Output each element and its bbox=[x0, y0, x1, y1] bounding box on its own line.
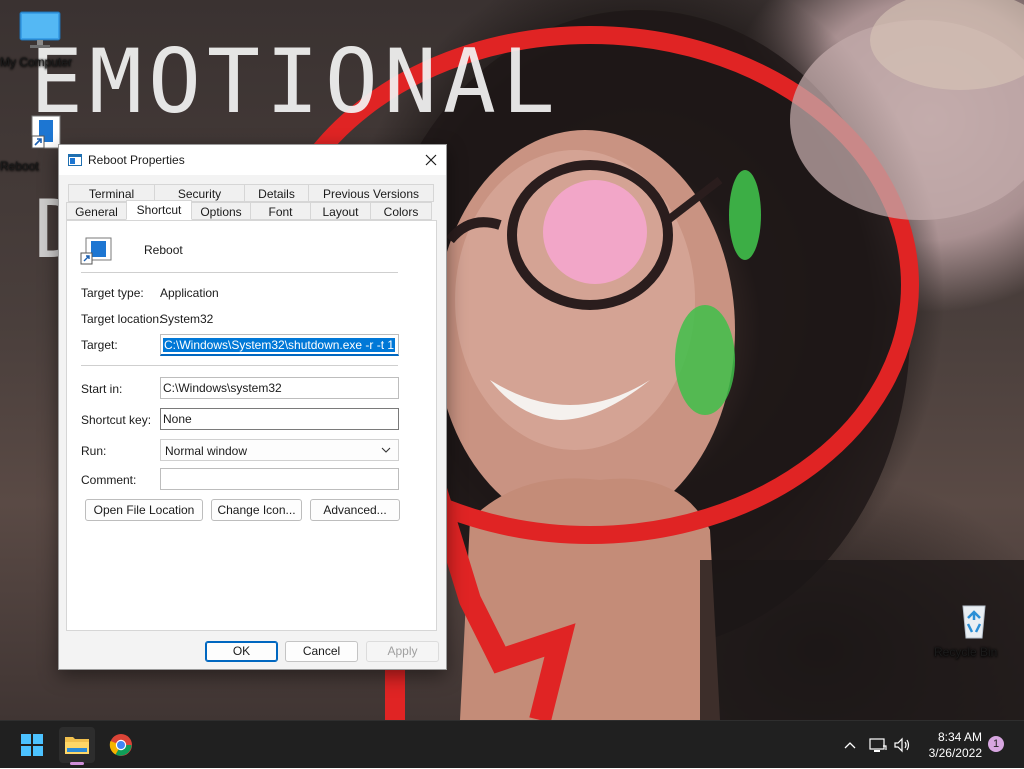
run-select[interactable]: Normal window bbox=[160, 439, 399, 461]
cancel-button[interactable]: Cancel bbox=[285, 641, 358, 662]
window-icon bbox=[68, 154, 82, 166]
target-location-value: System32 bbox=[160, 312, 214, 326]
tab-layout[interactable]: Layout bbox=[310, 202, 371, 220]
recycle-bin-icon bbox=[962, 605, 986, 639]
tab-previous-versions[interactable]: Previous Versions bbox=[308, 184, 434, 202]
monitor-icon bbox=[19, 11, 61, 48]
change-icon-button[interactable]: Change Icon... bbox=[211, 499, 302, 521]
run-label: Run: bbox=[81, 444, 107, 458]
chrome-icon bbox=[109, 734, 132, 756]
start-button[interactable] bbox=[14, 727, 50, 763]
start-in-label: Start in: bbox=[81, 382, 123, 396]
shortcut-name: Reboot bbox=[144, 243, 183, 257]
target-input[interactable]: C:\Windows\System32\shutdown.exe -r -t 1 bbox=[160, 334, 399, 356]
run-select-value: Normal window bbox=[165, 444, 248, 458]
shortcut-tab-panel: Reboot Target type: Application Target l… bbox=[66, 220, 437, 631]
tab-shortcut[interactable]: Shortcut bbox=[126, 200, 192, 220]
network-icon bbox=[869, 738, 887, 752]
clock[interactable]: 8:34 AM 3/26/2022 bbox=[918, 729, 982, 761]
clock-date: 3/26/2022 bbox=[928, 746, 982, 760]
target-type-label: Target type: bbox=[81, 286, 144, 300]
chevron-down-icon bbox=[381, 447, 391, 453]
desktop-icon-label: Reboot bbox=[0, 159, 39, 173]
dialog-title: Reboot Properties bbox=[88, 153, 185, 167]
tab-font[interactable]: Font bbox=[250, 202, 311, 220]
show-hidden-icons-button[interactable] bbox=[840, 721, 860, 769]
separator bbox=[81, 365, 398, 366]
apply-button[interactable]: Apply bbox=[366, 641, 439, 662]
shortcut-key-input[interactable]: None bbox=[160, 408, 399, 430]
network-button[interactable] bbox=[868, 721, 888, 769]
speaker-icon bbox=[894, 737, 910, 753]
tab-row-1: Terminal Security Details Previous Versi… bbox=[68, 184, 434, 202]
shortcut-key-label: Shortcut key: bbox=[81, 413, 152, 427]
desktop-icon-recycle-bin[interactable]: Recycle Bin bbox=[934, 600, 1014, 659]
target-type-value: Application bbox=[160, 286, 219, 300]
start-in-input[interactable]: C:\Windows\system32 bbox=[160, 377, 399, 399]
close-button[interactable] bbox=[416, 145, 446, 175]
desktop-icon-label: My Computer bbox=[0, 55, 73, 69]
clock-time: 8:34 AM bbox=[937, 730, 982, 744]
taskbar: 8:34 AM 3/26/2022 bbox=[0, 720, 1024, 768]
tab-colors[interactable]: Colors bbox=[370, 202, 432, 220]
ok-button[interactable]: OK bbox=[205, 641, 278, 662]
desktop-icon-label: Recycle Bin bbox=[934, 645, 998, 659]
tab-details[interactable]: Details bbox=[244, 184, 309, 202]
shortcut-icon bbox=[31, 115, 61, 149]
comment-input[interactable] bbox=[160, 468, 399, 490]
taskbar-file-explorer[interactable] bbox=[59, 727, 95, 765]
separator bbox=[81, 272, 398, 273]
target-location-label: Target location: bbox=[81, 312, 163, 326]
dialog-titlebar[interactable]: Reboot Properties bbox=[59, 145, 446, 175]
close-icon bbox=[425, 154, 437, 166]
folder-icon bbox=[65, 737, 89, 754]
wallpaper-text: EMOTIONAL bbox=[30, 30, 561, 133]
notification-badge[interactable]: 1 bbox=[988, 736, 1004, 752]
advanced-button[interactable]: Advanced... bbox=[310, 499, 400, 521]
target-value-selected: C:\Windows\System32\shutdown.exe -r -t 1 bbox=[163, 338, 396, 352]
chevron-up-icon bbox=[844, 742, 856, 749]
comment-label: Comment: bbox=[81, 473, 137, 487]
open-file-location-button[interactable]: Open File Location bbox=[85, 499, 203, 521]
windows-logo-icon bbox=[21, 734, 43, 756]
volume-button[interactable] bbox=[892, 721, 912, 769]
taskbar-chrome[interactable] bbox=[103, 727, 139, 763]
shortcut-icon bbox=[80, 237, 112, 265]
desktop-icon-my-computer[interactable]: My Computer bbox=[0, 10, 80, 69]
properties-dialog: Reboot Properties Terminal Security Deta… bbox=[58, 144, 447, 670]
active-indicator bbox=[70, 762, 84, 765]
tab-general[interactable]: General bbox=[66, 202, 127, 220]
target-label: Target: bbox=[81, 338, 118, 352]
tab-options[interactable]: Options bbox=[191, 202, 251, 220]
tab-row-2: General Shortcut Options Font Layout Col… bbox=[66, 200, 432, 220]
